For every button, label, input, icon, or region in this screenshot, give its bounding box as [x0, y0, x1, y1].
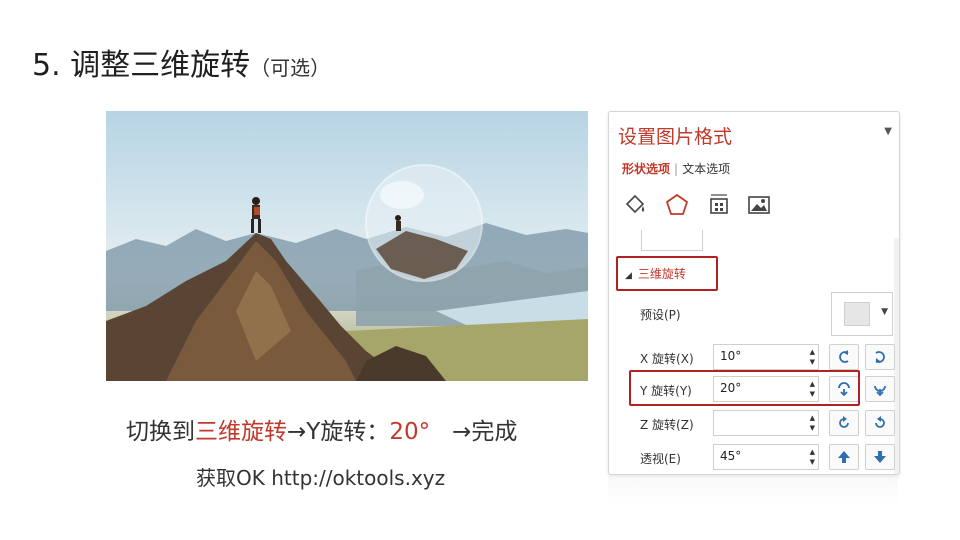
- preset-swatch: [844, 302, 870, 326]
- perspective-increase-button[interactable]: [829, 444, 859, 470]
- caption-text-3: →完成: [452, 419, 518, 445]
- z-rotate-ccw-button[interactable]: [829, 410, 859, 436]
- spin-down-icon[interactable]: ▼: [810, 424, 815, 432]
- arrow-up-icon: [838, 451, 850, 463]
- format-picture-panel: 设置图片格式 ▼ 形状选项 | 文本选项 ◢ 三维旋转 预设(P) ▼ X 旋转(X)…: [608, 111, 900, 475]
- spin-up-icon[interactable]: ▲: [810, 448, 815, 456]
- x-rotate-right-button[interactable]: [865, 344, 895, 370]
- pentagon-effects-icon[interactable]: [664, 192, 690, 218]
- spin-up-icon[interactable]: ▲: [810, 414, 815, 422]
- caption-text-1: 切换到: [126, 419, 195, 445]
- mountain-photo: [106, 111, 588, 381]
- picture-icon[interactable]: [746, 192, 772, 218]
- spin-down-icon[interactable]: ▼: [810, 458, 815, 466]
- highlight-3d-rotation-box: [616, 256, 718, 291]
- slide-title: 5. 调整三维旋转（可选）: [32, 40, 330, 84]
- rotate-left-icon: [839, 350, 849, 363]
- rotate-ccw-icon: [839, 416, 849, 428]
- caption-text-2: →Y旋转：: [287, 419, 390, 445]
- panel-reflection: [608, 476, 898, 506]
- arrow-down-icon: [874, 451, 886, 463]
- spin-down-icon[interactable]: ▼: [810, 358, 815, 366]
- x-rotation-value: 10°: [720, 349, 742, 363]
- z-rotation-label: Z 旋转(Z): [640, 418, 694, 432]
- preset-dropdown[interactable]: ▼: [831, 292, 893, 336]
- slide-title-sub: （可选）: [250, 56, 331, 80]
- source-credit: 获取OK http://oktools.xyz: [196, 466, 446, 490]
- x-rotation-label: X 旋转(X): [640, 352, 694, 366]
- tab-separator: |: [674, 162, 679, 176]
- rotate-cw-icon: [875, 416, 885, 428]
- spin-up-icon[interactable]: ▲: [810, 348, 815, 356]
- z-rotation-input[interactable]: ▲ ▼: [713, 410, 819, 436]
- chevron-down-icon: ▼: [881, 307, 888, 317]
- preset-label: 预设(P): [640, 308, 681, 322]
- fill-bucket-icon[interactable]: [622, 192, 648, 218]
- caption-highlight-angle: 20°: [389, 419, 431, 445]
- z-rotate-cw-button[interactable]: [865, 410, 895, 436]
- rotate-right-icon: [875, 351, 885, 363]
- perspective-label: 透视(E): [640, 452, 681, 466]
- caption-highlight-3d: 三维旋转: [195, 419, 287, 445]
- y-rotate-down-button[interactable]: [865, 376, 895, 402]
- previous-field-stub: [641, 230, 703, 251]
- x-rotation-input[interactable]: 10° ▲ ▼: [713, 344, 819, 370]
- perspective-input[interactable]: 45° ▲ ▼: [713, 444, 819, 470]
- panel-tabs: 形状选项 | 文本选项: [622, 160, 730, 177]
- tab-text-options[interactable]: 文本选项: [682, 162, 730, 176]
- panel-collapse-icon[interactable]: ▼: [884, 126, 892, 137]
- rotate-down-icon: [874, 385, 886, 397]
- x-rotate-left-button[interactable]: [829, 344, 859, 370]
- slide-title-main: 5. 调整三维旋转: [32, 48, 251, 83]
- instruction-caption: 切换到三维旋转→Y旋转：20° →完成: [126, 412, 517, 446]
- size-layout-icon[interactable]: [706, 192, 732, 218]
- perspective-value: 45°: [720, 449, 742, 463]
- panel-title: 设置图片格式: [618, 126, 733, 148]
- tab-shape-options[interactable]: 形状选项: [622, 162, 670, 176]
- perspective-decrease-button[interactable]: [865, 444, 895, 470]
- highlight-y-rotation-box: [629, 370, 860, 406]
